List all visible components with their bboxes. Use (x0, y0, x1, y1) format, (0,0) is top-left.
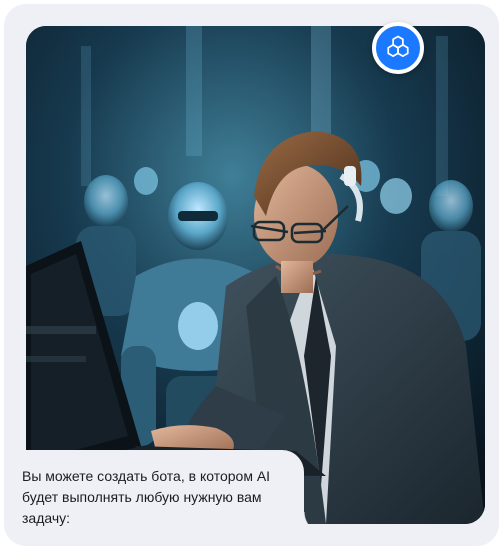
caption-box: Вы можете создать бота, в котором AI буд… (4, 450, 326, 546)
ai-badge (372, 22, 424, 74)
feature-card: Вы можете создать бота, в котором AI буд… (4, 4, 499, 546)
openai-logo-icon (385, 33, 411, 64)
caption-text: Вы можете создать бота, в котором AI буд… (22, 468, 271, 526)
